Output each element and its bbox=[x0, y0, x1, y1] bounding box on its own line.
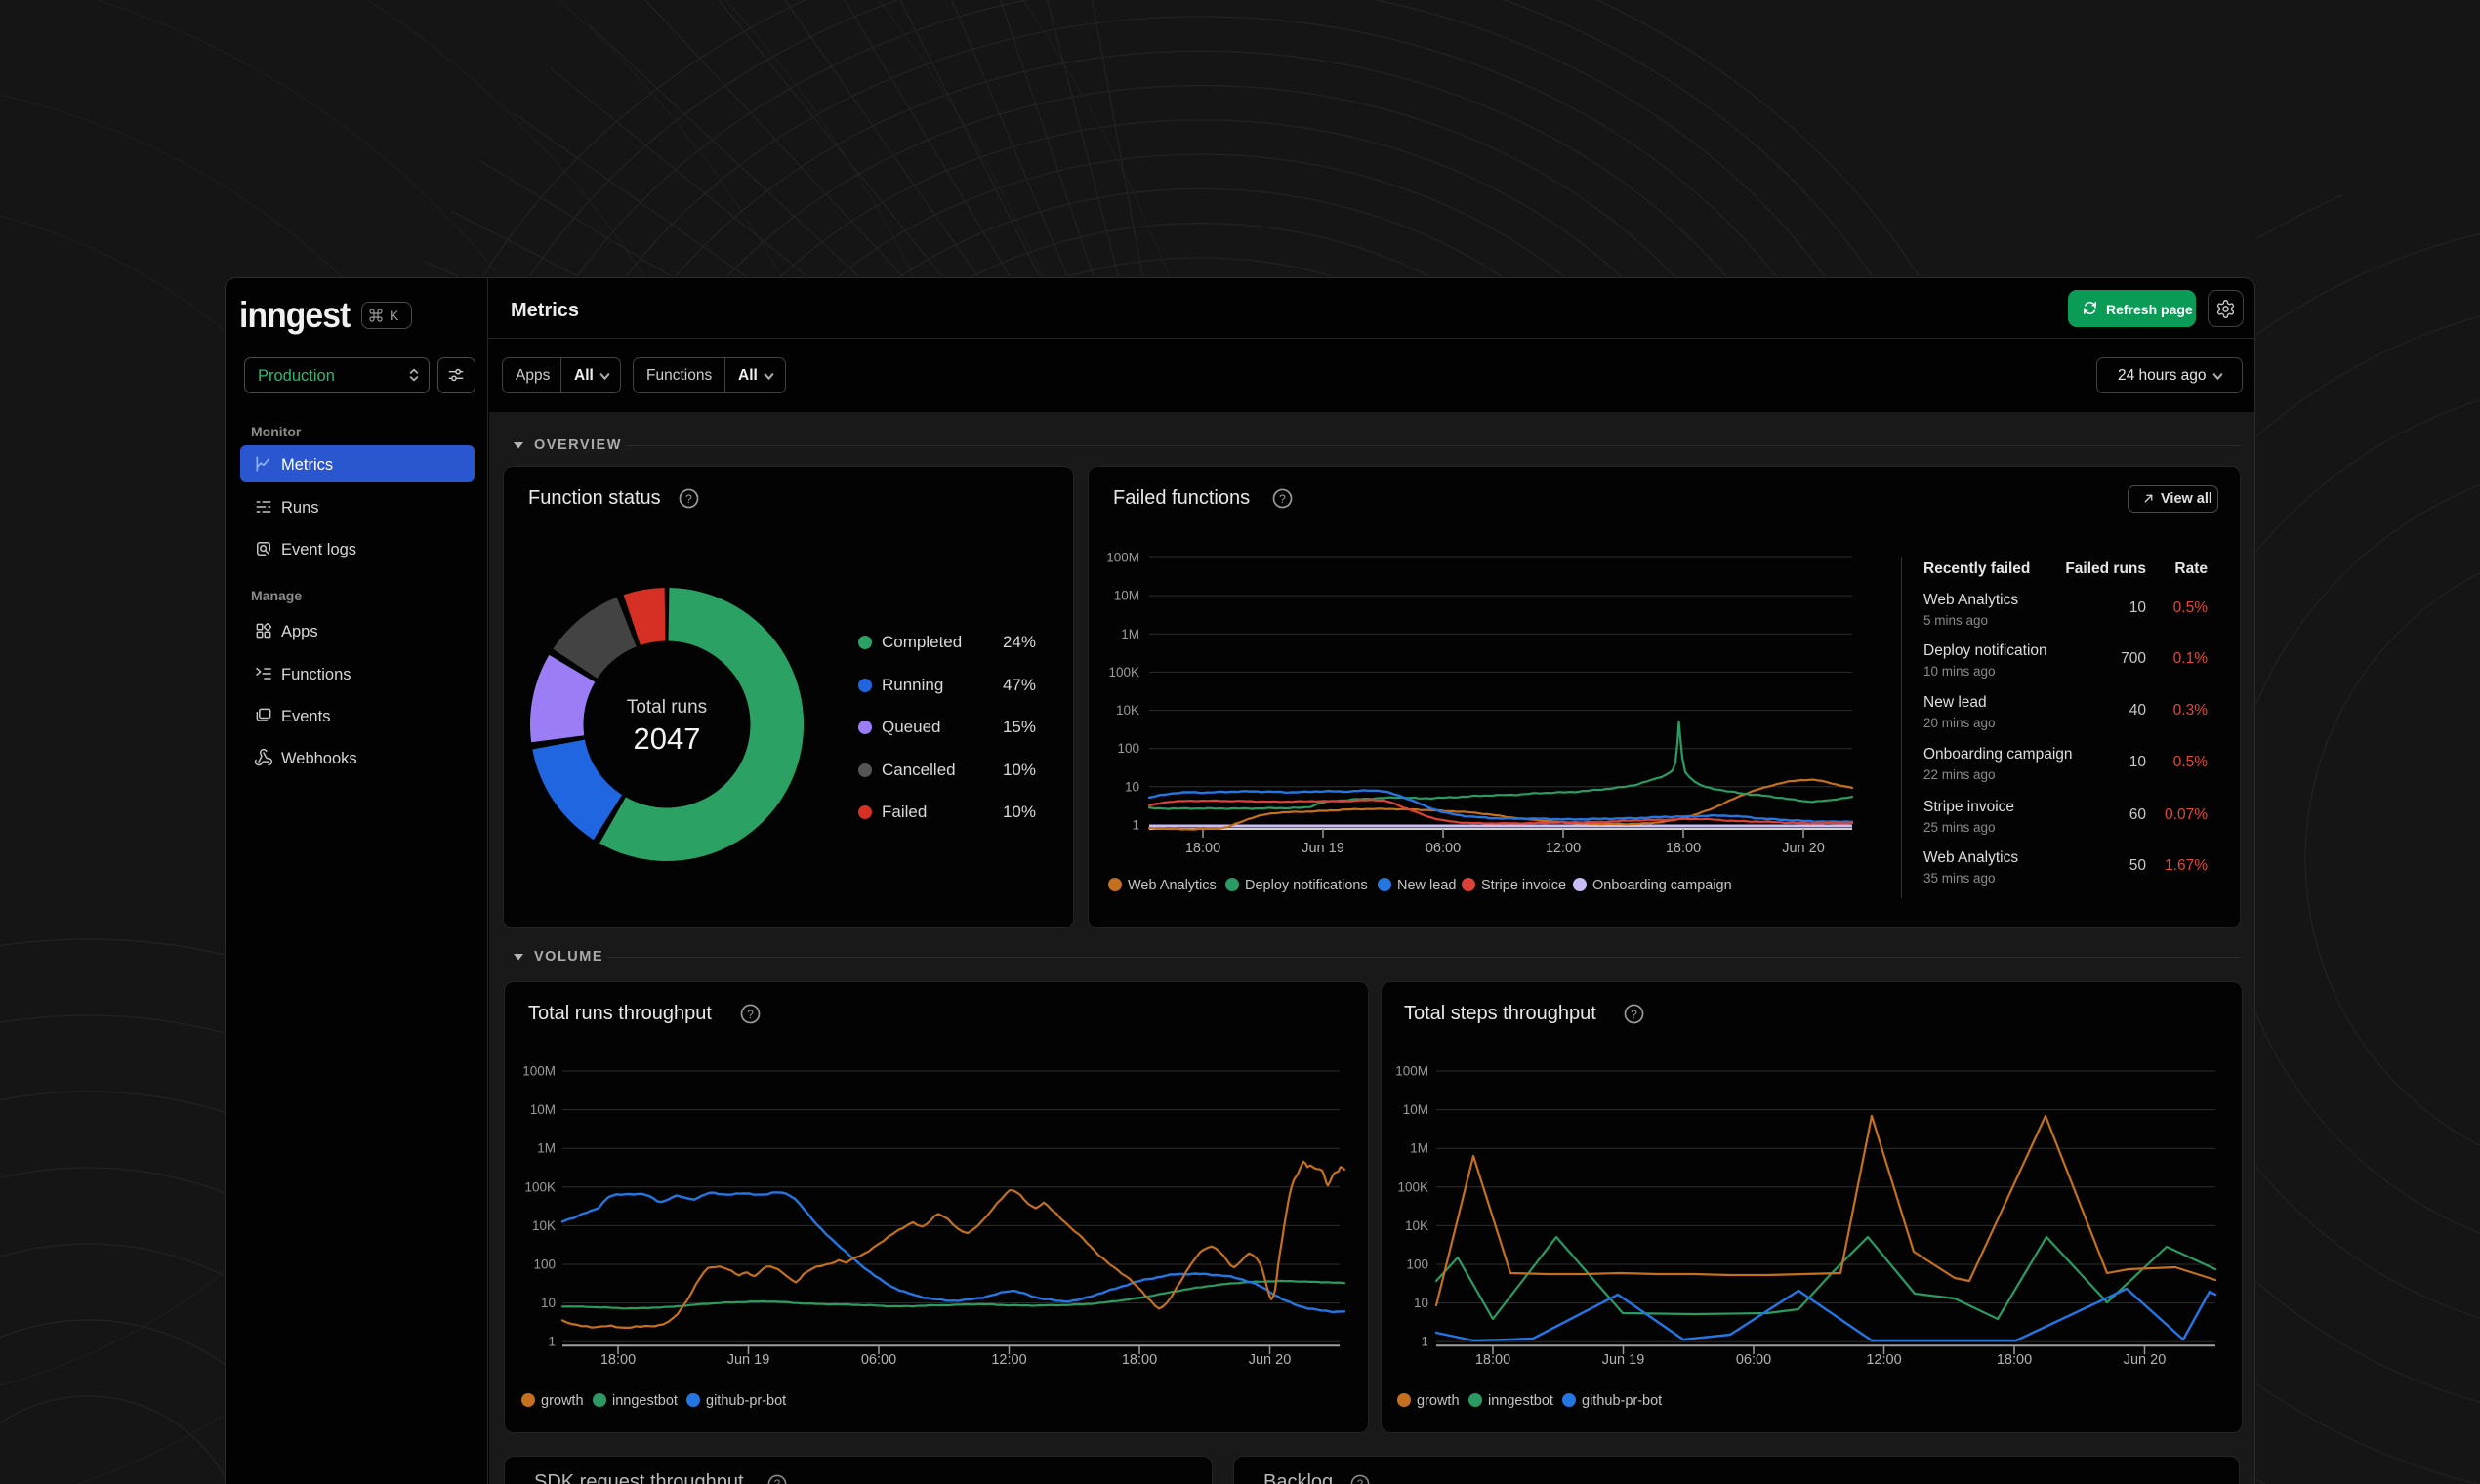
svg-text:10M: 10M bbox=[1403, 1102, 1428, 1117]
svg-text:18:00: 18:00 bbox=[1475, 1352, 1510, 1368]
svg-text:?: ? bbox=[685, 492, 692, 506]
svg-text:1M: 1M bbox=[537, 1141, 556, 1156]
svg-text:100K: 100K bbox=[524, 1179, 556, 1194]
svg-text:github-pr-bot: github-pr-bot bbox=[706, 1393, 786, 1409]
svg-text:1M: 1M bbox=[1410, 1141, 1428, 1156]
svg-text:10M: 10M bbox=[530, 1102, 556, 1117]
svg-text:10K: 10K bbox=[1116, 703, 1139, 718]
svg-text:Jun 19: Jun 19 bbox=[1602, 1352, 1645, 1368]
svg-text:100K: 100K bbox=[1108, 665, 1139, 680]
svg-text:Stripe invoice: Stripe invoice bbox=[1481, 878, 1566, 893]
svg-text:06:00: 06:00 bbox=[1736, 1352, 1771, 1368]
svg-text:Onboarding campaign: Onboarding campaign bbox=[1592, 878, 1732, 893]
svg-text:18:00: 18:00 bbox=[1185, 841, 1220, 856]
svg-text:100: 100 bbox=[1406, 1257, 1428, 1272]
svg-text:Jun 20: Jun 20 bbox=[1782, 841, 1825, 856]
svg-text:Jun 20: Jun 20 bbox=[1249, 1352, 1292, 1368]
svg-text:10: 10 bbox=[1414, 1296, 1428, 1310]
svg-text:100K: 100K bbox=[1397, 1179, 1428, 1194]
svg-text:18:00: 18:00 bbox=[600, 1352, 636, 1368]
svg-text:inngestbot: inngestbot bbox=[1488, 1393, 1553, 1409]
svg-text:?: ? bbox=[774, 1479, 780, 1484]
svg-text:10K: 10K bbox=[1405, 1218, 1428, 1233]
svg-text:12:00: 12:00 bbox=[1546, 841, 1581, 856]
svg-text:18:00: 18:00 bbox=[1997, 1352, 2032, 1368]
svg-text:1: 1 bbox=[548, 1335, 556, 1349]
svg-text:1: 1 bbox=[1421, 1335, 1428, 1349]
svg-text:10: 10 bbox=[541, 1296, 556, 1310]
svg-text:Web Analytics: Web Analytics bbox=[1128, 878, 1217, 893]
svg-text:06:00: 06:00 bbox=[1426, 841, 1461, 856]
svg-text:Jun 19: Jun 19 bbox=[727, 1352, 770, 1368]
svg-text:12:00: 12:00 bbox=[1866, 1352, 1901, 1368]
svg-text:1M: 1M bbox=[1121, 627, 1139, 641]
svg-text:?: ? bbox=[747, 1008, 754, 1021]
svg-text:growth: growth bbox=[541, 1393, 584, 1409]
svg-text:10K: 10K bbox=[532, 1218, 556, 1233]
svg-text:github-pr-bot: github-pr-bot bbox=[1582, 1393, 1662, 1409]
svg-text:Jun 20: Jun 20 bbox=[2124, 1352, 2167, 1368]
svg-text:100M: 100M bbox=[522, 1064, 556, 1079]
svg-text:100: 100 bbox=[1117, 741, 1139, 756]
svg-text:?: ? bbox=[1357, 1479, 1363, 1484]
svg-text:Deploy notifications: Deploy notifications bbox=[1245, 878, 1368, 893]
svg-text:?: ? bbox=[1279, 492, 1286, 506]
svg-text:Jun 19: Jun 19 bbox=[1302, 841, 1344, 856]
svg-text:12:00: 12:00 bbox=[991, 1352, 1026, 1368]
svg-text:10: 10 bbox=[1125, 779, 1139, 794]
svg-text:inngestbot: inngestbot bbox=[612, 1393, 678, 1409]
svg-text:18:00: 18:00 bbox=[1122, 1352, 1157, 1368]
svg-text:New lead: New lead bbox=[1397, 878, 1456, 893]
svg-text:100M: 100M bbox=[1395, 1064, 1428, 1079]
svg-text:18:00: 18:00 bbox=[1666, 841, 1701, 856]
svg-text:growth: growth bbox=[1417, 1393, 1460, 1409]
svg-text:100M: 100M bbox=[1106, 551, 1139, 565]
svg-text:06:00: 06:00 bbox=[861, 1352, 896, 1368]
svg-text:100: 100 bbox=[533, 1257, 556, 1272]
svg-text:10M: 10M bbox=[1114, 589, 1139, 603]
svg-text:?: ? bbox=[1631, 1008, 1637, 1021]
svg-text:1: 1 bbox=[1132, 818, 1139, 833]
